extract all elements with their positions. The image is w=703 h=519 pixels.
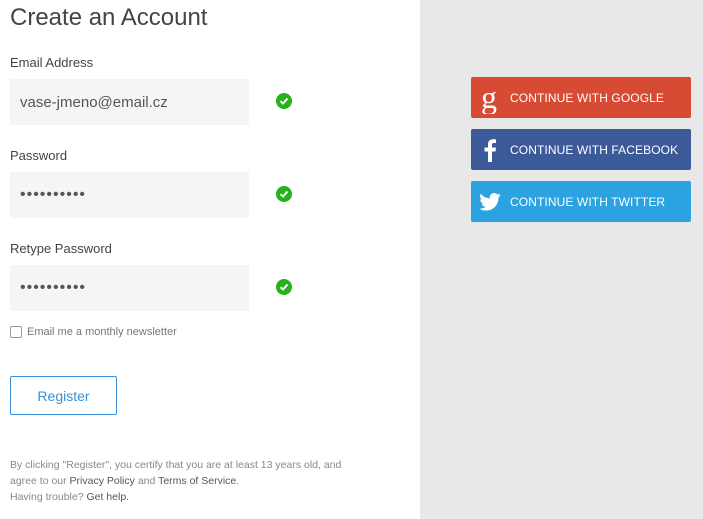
password-valid-check-icon — [276, 186, 292, 202]
newsletter-checkbox[interactable] — [10, 326, 22, 338]
twitter-bird-icon — [471, 181, 509, 222]
twitter-button-label: CONTINUE WITH TWITTER — [510, 194, 666, 209]
terms-text-agree: agree to our — [10, 475, 70, 487]
retype-password-field[interactable]: •••••••••• — [10, 265, 249, 311]
google-g-icon: g — [471, 77, 509, 118]
password-field[interactable]: •••••••••• — [10, 172, 249, 218]
terms-notice: By clicking "Register", you certify that… — [10, 457, 390, 505]
newsletter-label: Email me a monthly newsletter — [27, 326, 177, 338]
continue-with-facebook-button[interactable]: CONTINUE WITH FACEBOOK — [471, 129, 691, 170]
register-button[interactable]: Register — [10, 376, 117, 415]
email-label: Email Address — [10, 55, 94, 70]
facebook-f-icon — [471, 129, 509, 170]
terms-text: By clicking "Register", you certify that… — [10, 459, 342, 471]
trouble-text: Having trouble? — [10, 491, 87, 503]
svg-text:g: g — [481, 82, 497, 114]
retype-password-label: Retype Password — [10, 241, 112, 256]
get-help-link[interactable]: Get help. — [86, 491, 129, 503]
terms-text-and: and — [134, 475, 159, 487]
privacy-policy-link[interactable]: Privacy Policy — [70, 475, 135, 487]
continue-with-google-button[interactable]: g CONTINUE WITH GOOGLE — [471, 77, 691, 118]
terms-text-end: . — [236, 475, 240, 487]
password-label: Password — [10, 148, 68, 163]
continue-with-twitter-button[interactable]: CONTINUE WITH TWITTER — [471, 181, 691, 222]
google-button-label: CONTINUE WITH GOOGLE — [510, 90, 665, 105]
retype-password-value: •••••••••• — [20, 279, 87, 296]
terms-of-service-link[interactable]: Terms of Service — [158, 475, 236, 487]
password-value: •••••••••• — [20, 186, 87, 203]
email-value: vase-jmeno@email.cz — [20, 93, 168, 111]
retype-valid-check-icon — [276, 279, 292, 295]
facebook-button-label: CONTINUE WITH FACEBOOK — [510, 142, 679, 157]
newsletter-option[interactable]: Email me a monthly newsletter — [10, 326, 177, 338]
email-valid-check-icon — [276, 93, 292, 109]
registration-panel: Create an Account Email Address vase-jme… — [0, 0, 420, 519]
email-field[interactable]: vase-jmeno@email.cz — [10, 79, 249, 125]
page-title: Create an Account — [10, 4, 208, 31]
